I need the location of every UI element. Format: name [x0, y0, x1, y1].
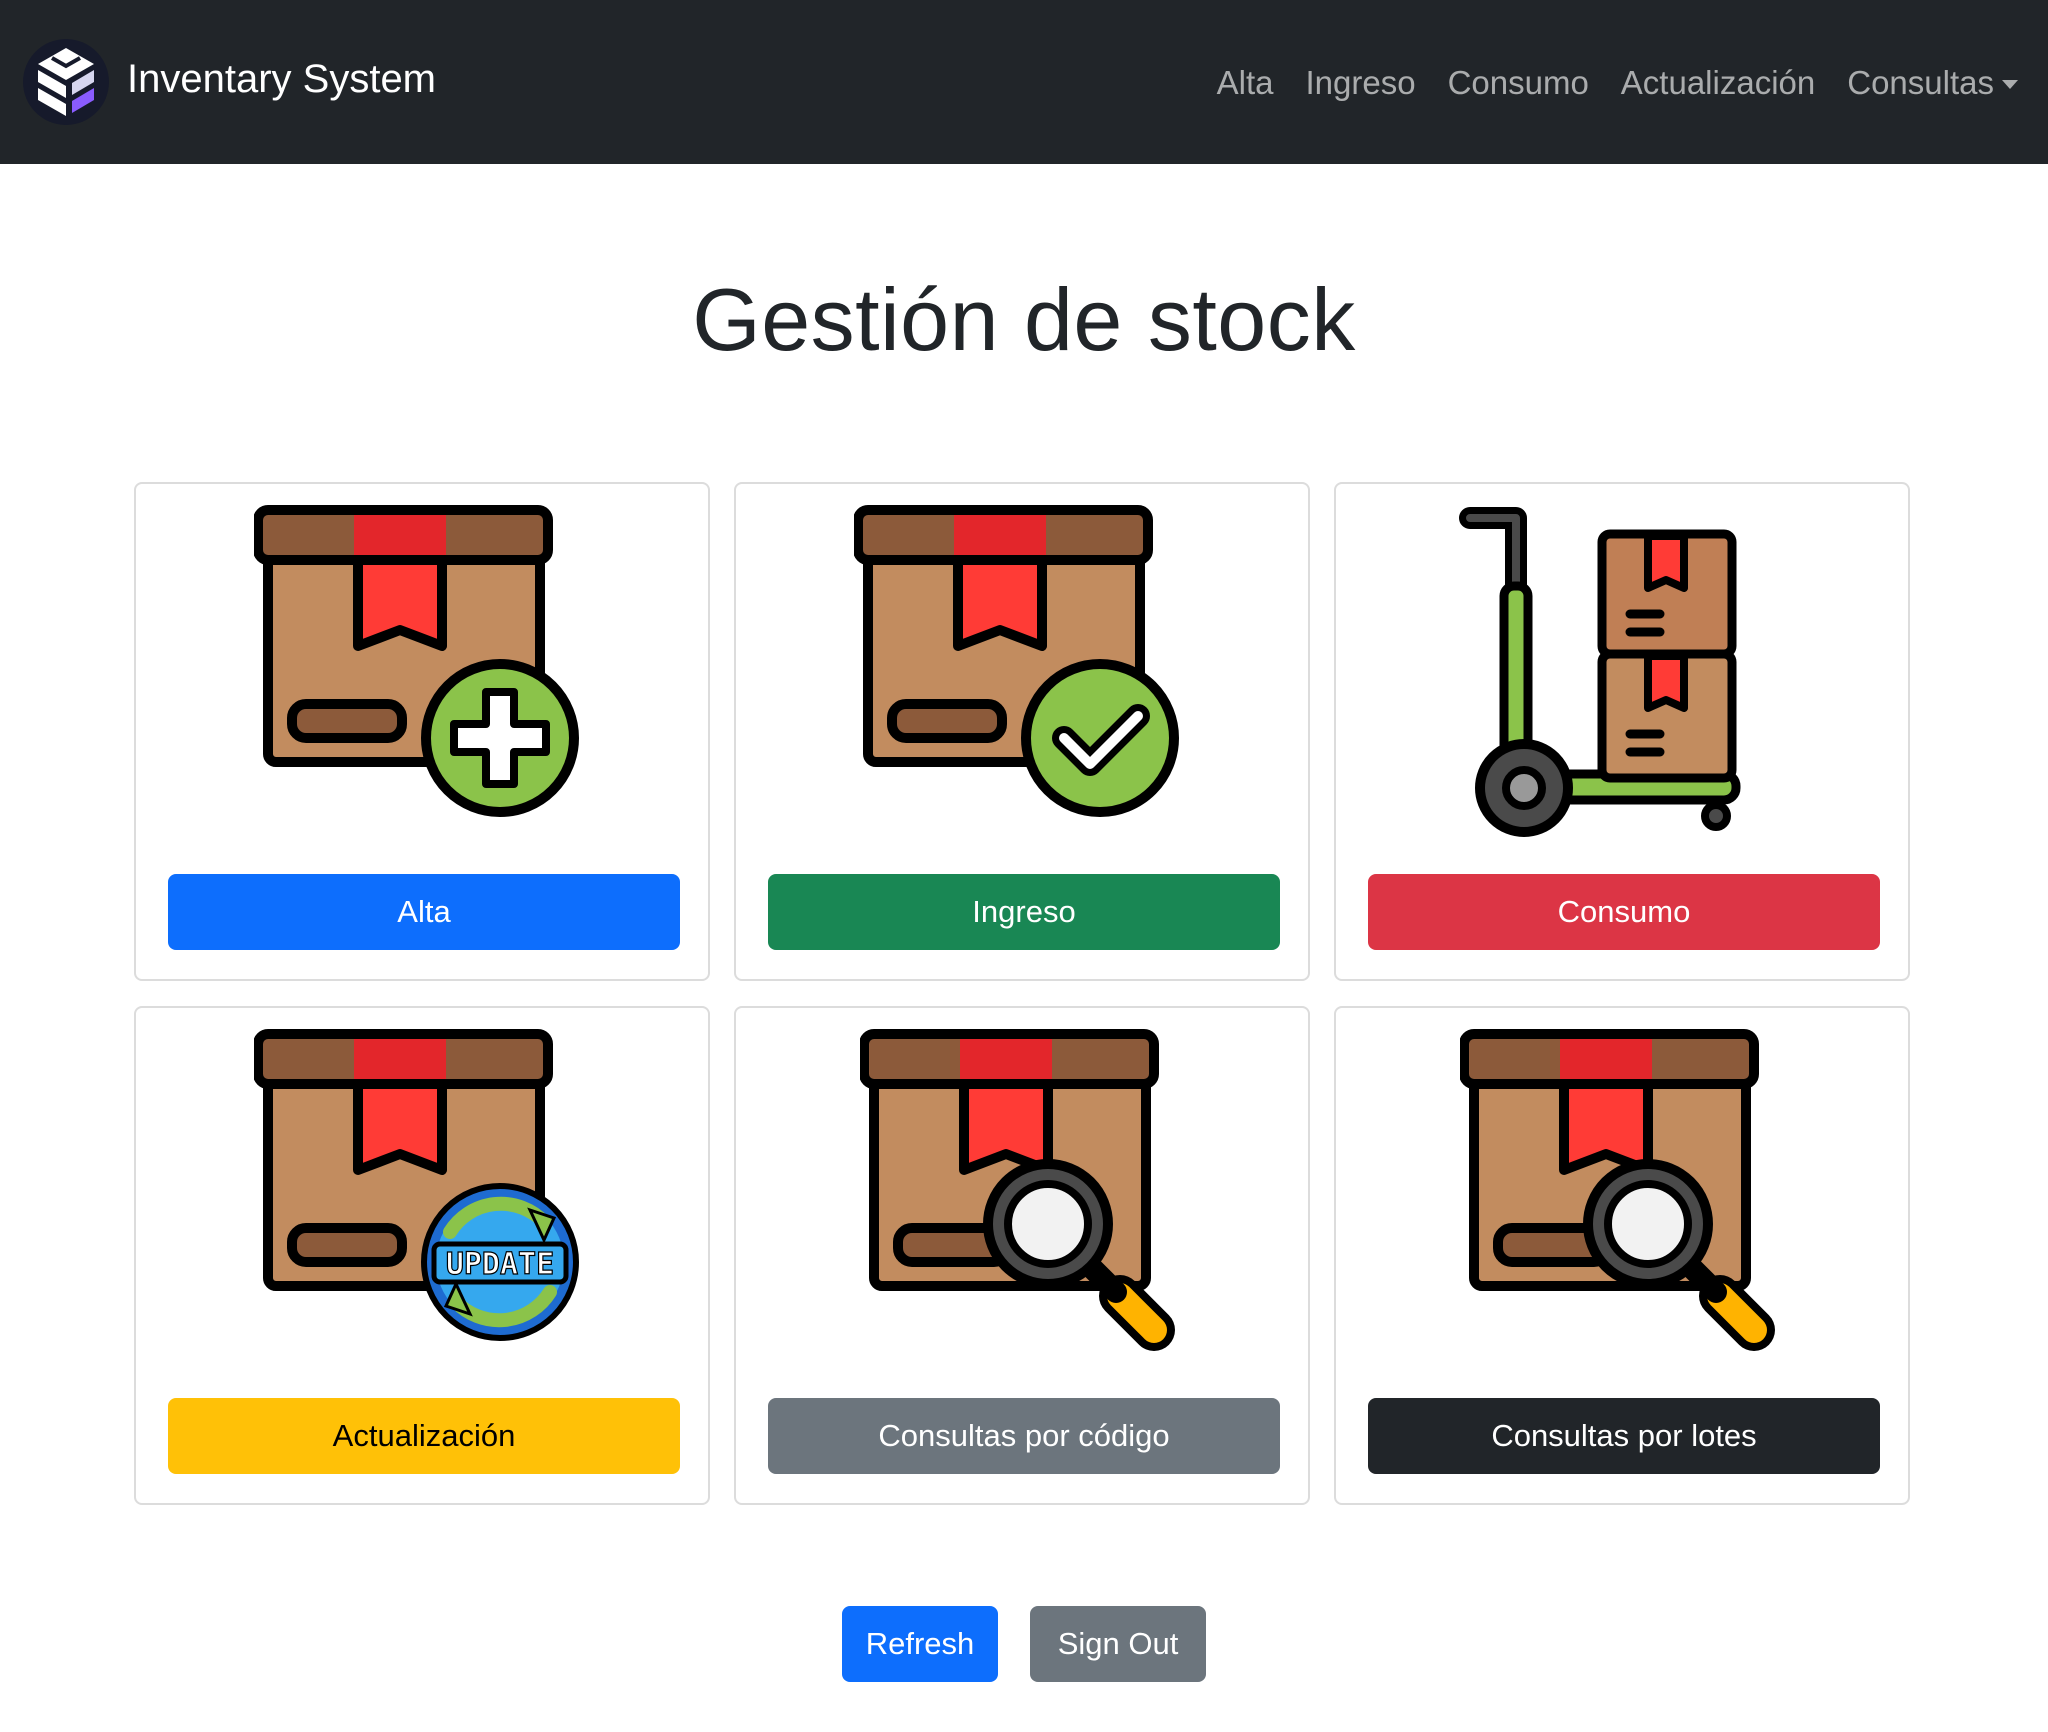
nav-link-alta[interactable]: Alta: [1217, 56, 1274, 110]
navbar: Inventary System Alta Ingreso Consumo Ac…: [0, 0, 2048, 164]
nav-link-ingreso[interactable]: Ingreso: [1305, 56, 1415, 110]
brand-logo-icon[interactable]: [22, 36, 110, 128]
alta-button[interactable]: Alta: [168, 874, 680, 950]
hand-truck-icon: [1459, 507, 1741, 837]
card-consultas-lotes: Consultas por lotes: [1334, 1006, 1910, 1505]
sign-out-button[interactable]: Sign Out: [1030, 1606, 1206, 1682]
update-badge-text: UPDATE: [446, 1247, 554, 1282]
nav-dropdown-consultas[interactable]: Consultas: [1847, 56, 2018, 110]
card-actualizacion: UPDATE Actualización: [134, 1006, 710, 1505]
box-search-icon: [1454, 1026, 1775, 1351]
box-update-icon: UPDATE: [254, 1026, 579, 1341]
nav-links: Alta Ingreso Consumo Actualización Consu…: [1217, 56, 2018, 110]
nav-dropdown-label: Consultas: [1847, 64, 1994, 101]
refresh-button[interactable]: Refresh: [842, 1606, 998, 1682]
ingreso-button[interactable]: Ingreso: [768, 874, 1280, 950]
caret-down-icon: [2002, 79, 2018, 89]
box-add-icon: [254, 502, 579, 817]
consultas-codigo-button[interactable]: Consultas por código: [768, 1398, 1280, 1474]
brand-title[interactable]: Inventary System: [127, 52, 436, 106]
box-check-icon: [854, 502, 1179, 817]
card-consultas-codigo: Consultas por código: [734, 1006, 1310, 1505]
card-consumo: Consumo: [1334, 482, 1910, 981]
page-title: Gestión de stock: [692, 270, 1356, 369]
nav-link-actualizacion[interactable]: Actualización: [1621, 56, 1815, 110]
card-ingreso: Ingreso: [734, 482, 1310, 981]
consumo-button[interactable]: Consumo: [1368, 874, 1880, 950]
nav-link-consumo[interactable]: Consumo: [1448, 56, 1589, 110]
card-alta: Alta: [134, 482, 710, 981]
consultas-lotes-button[interactable]: Consultas por lotes: [1368, 1398, 1880, 1474]
box-search-icon: [854, 1026, 1175, 1351]
actualizacion-button[interactable]: Actualización: [168, 1398, 680, 1474]
